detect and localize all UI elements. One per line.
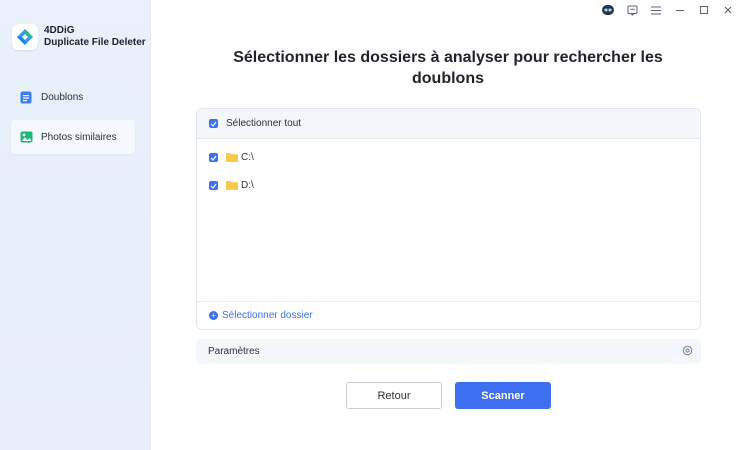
document-icon	[19, 90, 33, 104]
window-titlebar	[596, 0, 740, 20]
assistant-icon[interactable]	[596, 0, 620, 20]
select-all-label: Sélectionner tout	[226, 118, 302, 129]
sidebar-item-label: Doublons	[41, 91, 84, 103]
sidebar-item-doublons[interactable]: Doublons	[11, 80, 135, 114]
folder-checkbox[interactable]	[209, 181, 218, 190]
sidebar-item-label: Photos similaires	[41, 131, 117, 143]
folder-checkbox[interactable]	[209, 153, 218, 162]
folder-row-c[interactable]: C:\	[209, 152, 254, 163]
feedback-icon[interactable]	[620, 0, 644, 20]
menu-icon[interactable]	[644, 0, 668, 20]
folder-selection-panel: Sélectionner tout C:\ D:\ + Sélectionner…	[196, 108, 701, 330]
plus-icon: +	[209, 311, 218, 320]
settings-gear-icon[interactable]	[682, 345, 693, 359]
brand: 4DDiG Duplicate File Deleter	[12, 24, 146, 50]
parameters-label: Paramètres	[208, 346, 260, 357]
parameters-bar[interactable]: Paramètres	[196, 339, 701, 364]
folder-label: D:\	[241, 180, 254, 191]
add-folder-button[interactable]: + Sélectionner dossier	[197, 301, 700, 329]
close-icon[interactable]	[716, 0, 740, 20]
page-title: Sélectionner les dossiers à analyser pou…	[233, 49, 663, 87]
select-all-row[interactable]: Sélectionner tout	[197, 109, 700, 139]
scan-button[interactable]: Scanner	[455, 382, 551, 409]
maximize-icon[interactable]	[692, 0, 716, 20]
image-icon	[19, 130, 33, 144]
app-subtitle: Duplicate File Deleter	[44, 37, 146, 48]
folder-icon	[226, 181, 238, 190]
app-name: 4DDiG	[44, 25, 75, 36]
select-all-checkbox[interactable]	[209, 119, 218, 128]
sidebar: 4DDiG Duplicate File Deleter Doublons Ph…	[0, 0, 151, 450]
minimize-icon[interactable]	[668, 0, 692, 20]
folder-row-d[interactable]: D:\	[209, 180, 254, 191]
folder-label: C:\	[241, 152, 254, 163]
folder-icon	[226, 153, 238, 162]
add-folder-label: Sélectionner dossier	[222, 310, 313, 321]
sidebar-item-photos-similaires[interactable]: Photos similaires	[11, 120, 135, 154]
back-button[interactable]: Retour	[346, 382, 442, 409]
app-logo-icon	[12, 24, 38, 50]
